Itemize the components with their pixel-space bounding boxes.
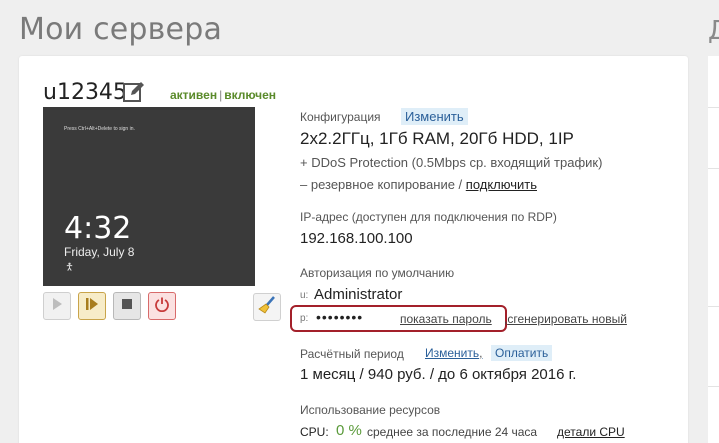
ip-label: IP-адрес (доступен для подключения по RD… bbox=[300, 210, 557, 224]
power-icon bbox=[154, 296, 170, 317]
ddos-protection: + DDoS Protection (0.5Mbps ср. входящий … bbox=[300, 155, 603, 170]
side-panel bbox=[708, 56, 719, 443]
stop-icon bbox=[121, 297, 133, 315]
stop-button[interactable] bbox=[113, 292, 141, 320]
cpu-label: CPU: bbox=[300, 425, 329, 439]
billing-pay-link[interactable]: Оплатить bbox=[491, 345, 553, 361]
edit-icon[interactable] bbox=[122, 80, 146, 104]
ip-value: 192.168.100.100 bbox=[300, 230, 413, 247]
config-value: 2x2.2ГГц, 1Гб RAM, 20Гб HDD, 1IP bbox=[300, 129, 574, 148]
generate-password-label: сгенерировать новый bbox=[507, 312, 627, 326]
side-divider bbox=[708, 306, 719, 307]
side-panel-title: Д bbox=[708, 16, 719, 46]
backup-text: – резервное копирование / bbox=[300, 177, 466, 192]
backup-connect-link[interactable]: подключить bbox=[466, 177, 537, 192]
pause-icon bbox=[84, 297, 100, 316]
page-title: Мои сервера bbox=[19, 12, 223, 47]
config-label: Конфигурация bbox=[300, 110, 381, 124]
start-button[interactable] bbox=[43, 292, 71, 320]
billing-separator: , bbox=[479, 346, 483, 360]
pause-button[interactable] bbox=[78, 292, 106, 320]
config-change-link[interactable]: Изменить bbox=[401, 108, 468, 125]
broom-icon bbox=[257, 295, 277, 320]
password-masked: •••••••• bbox=[316, 309, 364, 325]
user-prefix: u: bbox=[300, 290, 309, 301]
ease-of-access-icon bbox=[65, 262, 74, 273]
billing-change-label: Изменить bbox=[425, 346, 480, 360]
cpu-value: 0 % bbox=[336, 422, 362, 439]
status-active: активен bbox=[170, 88, 218, 102]
clean-button[interactable] bbox=[253, 293, 281, 321]
cpu-details-link[interactable]: детали CPU bbox=[557, 425, 625, 439]
generate-password-link[interactable]: ,сгенерировать новый bbox=[504, 312, 627, 326]
resources-label: Использование ресурсов bbox=[300, 403, 441, 417]
billing-label: Расчётный период bbox=[300, 347, 404, 361]
cpu-note: среднее за последние 24 часа bbox=[367, 425, 538, 439]
status-power: включен bbox=[224, 88, 277, 102]
server-name: u12345 bbox=[43, 80, 127, 105]
side-divider bbox=[708, 107, 719, 108]
show-password-link[interactable]: показать пароль bbox=[400, 312, 492, 326]
side-divider bbox=[708, 168, 719, 169]
server-status: активен | включен bbox=[170, 88, 276, 102]
billing-change-link[interactable]: Изменить, bbox=[425, 346, 482, 360]
lock-screen-time: 4:32 bbox=[64, 211, 132, 246]
lock-screen-date: Friday, July 8 bbox=[64, 245, 135, 259]
auth-label: Авторизация по умолчанию bbox=[300, 266, 455, 280]
billing-value: 1 месяц / 940 руб. / до 6 октября 2016 г… bbox=[300, 366, 577, 383]
play-icon bbox=[50, 297, 64, 316]
console-screenshot[interactable]: Press Ctrl+Alt+Delete to sign in. 4:32 F… bbox=[43, 107, 255, 286]
side-divider bbox=[708, 386, 719, 387]
lock-screen-hint: Press Ctrl+Alt+Delete to sign in. bbox=[64, 126, 135, 132]
user-value: Administrator bbox=[314, 286, 403, 303]
password-prefix: p: bbox=[300, 313, 309, 324]
power-button[interactable] bbox=[148, 292, 176, 320]
backup-row: – резервное копирование / подключить bbox=[300, 177, 537, 192]
